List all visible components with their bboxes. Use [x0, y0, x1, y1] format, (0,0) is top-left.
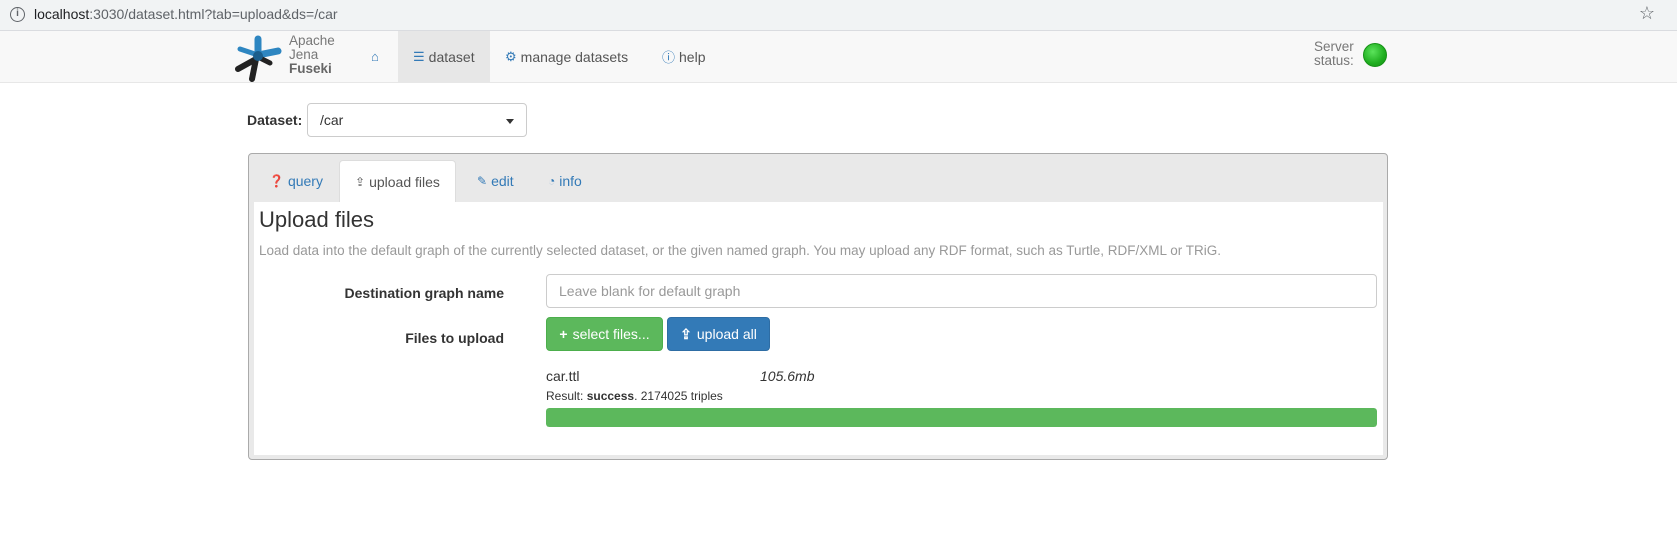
tab-upload-label: upload files	[369, 174, 440, 190]
dataset-label: Dataset:	[247, 112, 303, 128]
file-result: Result: success. 2174025 triples	[546, 389, 723, 403]
top-navbar: Apache Jena Fuseki ⌂ ☰ dataset ⚙ manage …	[0, 31, 1677, 83]
nav-dataset-label: dataset	[428, 48, 475, 65]
logo-text: Apache Jena Fuseki	[289, 34, 335, 76]
nav-home[interactable]: ⌂	[356, 31, 398, 82]
server-status-label: Server status:	[1314, 40, 1354, 68]
upload-all-button[interactable]: ⇪ upload all	[667, 317, 770, 351]
site-info-icon[interactable]: i	[10, 7, 25, 22]
nav-manage-label: manage datasets	[520, 48, 629, 65]
server-status-indicator	[1363, 43, 1387, 67]
database-icon: ☰	[413, 48, 425, 64]
tab-upload-files[interactable]: ⇪ upload files	[339, 160, 456, 203]
cogs-icon: ⚙	[505, 48, 517, 64]
dashboard-icon: ◔	[548, 174, 556, 188]
destination-graph-input[interactable]	[546, 274, 1377, 308]
tab-query-label: query	[287, 173, 323, 189]
server-status-line1: Server	[1314, 39, 1354, 54]
select-files-button[interactable]: + select files...	[546, 317, 663, 351]
dataset-selected-value: /car	[320, 112, 344, 128]
browser-url-bar[interactable]: i localhost:3030/dataset.html?tab=upload…	[0, 0, 1677, 31]
upload-progress-fill	[546, 408, 1377, 427]
url-text[interactable]: localhost:3030/dataset.html?tab=upload&d…	[34, 6, 338, 22]
file-name: car.ttl	[546, 368, 580, 384]
question-circle-icon: ❓	[269, 174, 284, 188]
result-prefix: Result:	[546, 389, 587, 403]
chevron-down-icon	[506, 119, 514, 124]
server-status-line2: status:	[1314, 53, 1354, 68]
upload-icon: ⇪	[680, 325, 692, 342]
home-icon: ⌂	[371, 49, 379, 64]
nav-manage-datasets[interactable]: ⚙ manage datasets	[490, 31, 643, 82]
select-files-label: select files...	[572, 326, 650, 342]
logo-line-fuseki: Fuseki	[289, 61, 332, 76]
result-suffix: . 2174025 triples	[634, 389, 723, 403]
url-path: :3030/dataset.html?tab=upload&ds=/car	[89, 6, 338, 22]
page-title: Upload files	[259, 207, 374, 232]
result-status: success	[586, 389, 635, 403]
nav-help-label: help	[679, 48, 706, 65]
upload-description: Load data into the default graph of the …	[259, 243, 1222, 258]
destination-graph-label: Destination graph name	[344, 285, 504, 301]
fuseki-logo-icon	[235, 35, 282, 82]
plus-icon: +	[559, 326, 568, 342]
upload-icon: ⇪	[355, 175, 366, 189]
dataset-select[interactable]: /car	[307, 103, 527, 137]
tab-query[interactable]: ❓ query	[254, 160, 338, 202]
file-size: 105.6mb	[760, 368, 815, 384]
url-host: localhost	[34, 6, 90, 22]
tab-info-label: info	[559, 173, 582, 189]
upload-all-label: upload all	[696, 326, 757, 342]
logo-line-apache: Apache	[289, 33, 335, 48]
upload-progress-bar	[546, 408, 1377, 427]
nav-help[interactable]: ⓘ help	[647, 31, 720, 82]
bookmark-star-icon[interactable]: ☆	[1639, 3, 1655, 24]
tab-edit-label: edit	[491, 173, 514, 189]
info-icon: ⓘ	[662, 50, 676, 65]
edit-icon: ✎	[477, 174, 488, 188]
logo-line-jena: Jena	[289, 47, 319, 62]
files-to-upload-label: Files to upload	[405, 330, 504, 346]
upload-tab-content: Upload files Load data into the default …	[254, 202, 1383, 455]
fuseki-logo[interactable]: Apache Jena Fuseki	[232, 33, 342, 83]
tab-edit[interactable]: ✎ edit	[462, 160, 529, 202]
nav-dataset[interactable]: ☰ dataset	[398, 31, 490, 82]
tab-info[interactable]: ◔ info	[533, 160, 597, 202]
dataset-panel: ❓ query ⇪ upload files ✎ edit ◔ info Upl…	[248, 153, 1388, 460]
